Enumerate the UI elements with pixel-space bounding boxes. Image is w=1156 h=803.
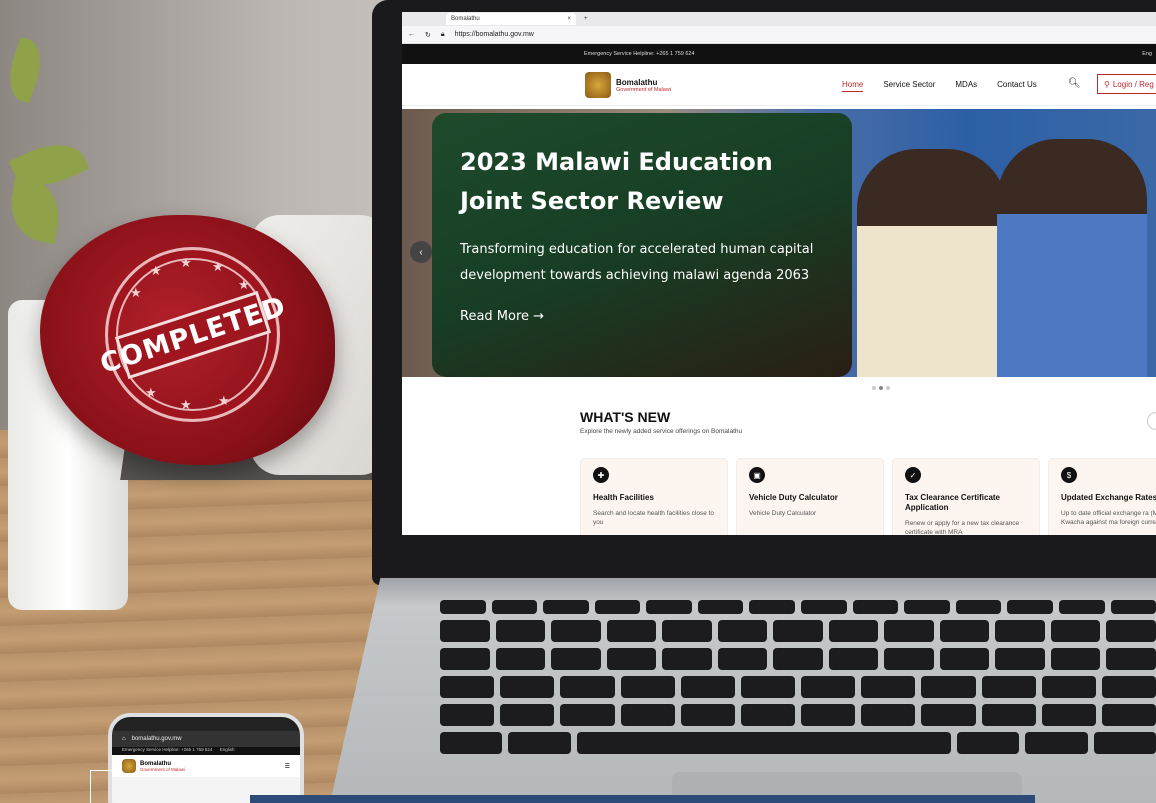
nav-service-sector[interactable]: Service Sector <box>883 80 935 92</box>
language-selector[interactable]: Eng <box>1142 51 1152 57</box>
whats-new-next-button[interactable] <box>1147 412 1156 430</box>
card-desc: Vehicle Duty Calculator <box>749 510 817 517</box>
phone-language[interactable]: English <box>220 747 235 752</box>
phone-helpline: Emergency Service Helpline: +265 1 759 6… <box>112 747 300 755</box>
laptop-screen: Bomalathu × + ← ↻ 🔒︎ https://bomalathu.g… <box>402 12 1156 535</box>
star-icon: ★ <box>212 259 224 274</box>
carousel-prev-button[interactable]: ‹ <box>410 241 432 263</box>
bottom-strip <box>250 795 1035 803</box>
star-icon: ★ <box>218 393 230 408</box>
card-title: Vehicle Duty Calculator <box>749 493 838 502</box>
back-icon[interactable]: ← <box>408 31 415 38</box>
whats-new-subtitle: Explore the newly added service offering… <box>580 428 743 435</box>
star-icon: ★ <box>238 277 250 292</box>
coat-of-arms-icon <box>122 759 136 773</box>
main-menu: Home Service Sector MDAs Contact Us <box>842 80 1037 92</box>
lock-icon: 🔒︎ <box>440 30 445 38</box>
service-card[interactable]: ✚ Health Facilities Search and locate he… <box>580 458 728 535</box>
phone-urlbar: ⌂ bomalathu.gov.mw <box>112 731 300 747</box>
site-navbar: Bomalathu Government of Malawi Home Serv… <box>402 64 1156 106</box>
helpline-bar: Emergency Service Helpline: +265 1 759 6… <box>402 44 1156 64</box>
card-desc: Renew or apply for a new tax clearance c… <box>905 520 1020 535</box>
card-title: Updated Exchange Rates <box>1061 493 1156 502</box>
browser-tabbar: Bomalathu × + <box>402 12 1156 26</box>
service-card[interactable]: ▣ Vehicle Duty Calculator Vehicle Duty C… <box>736 458 884 535</box>
coat-of-arms-icon <box>585 72 611 98</box>
carousel-dot[interactable] <box>886 386 890 390</box>
smartphone: ⌂ bomalathu.gov.mw Emergency Service Hel… <box>108 713 304 803</box>
hero-photo-child <box>997 139 1147 377</box>
decorative-line <box>90 770 120 771</box>
login-button[interactable]: ⚲ Login / Reg <box>1097 74 1156 94</box>
login-label: Login / Reg <box>1112 79 1154 89</box>
service-card[interactable]: ✓ Tax Clearance Certificate Application … <box>892 458 1040 535</box>
phone-status-bar <box>112 717 300 731</box>
brand-subtitle: Government of Malawi <box>616 86 672 93</box>
hero-body: Transforming education for accelerated h… <box>460 242 814 283</box>
menu-icon[interactable]: ☰ <box>285 763 290 770</box>
user-icon: ⚲ <box>1104 79 1110 89</box>
decorative-line <box>90 770 91 803</box>
nav-mdas[interactable]: MDAs <box>955 80 977 92</box>
carousel-dot[interactable] <box>872 386 876 390</box>
browser-tab[interactable]: Bomalathu × <box>446 13 576 25</box>
card-title: Health Facilities <box>593 493 654 502</box>
reload-icon[interactable]: ↻ <box>425 31 431 39</box>
nav-home[interactable]: Home <box>842 80 864 92</box>
carousel-dots <box>872 386 890 390</box>
hero-card: 2023 Malawi Education Joint Sector Revie… <box>432 113 852 377</box>
nav-contact-us[interactable]: Contact Us <box>997 80 1037 92</box>
brand-name: Bomalathu <box>616 77 658 87</box>
new-tab-button[interactable]: + <box>584 16 588 22</box>
phone-header: Bomalathu Government of Malawi ☰ <box>112 755 300 777</box>
close-icon[interactable]: × <box>567 16 571 22</box>
service-cards: ✚ Health Facilities Search and locate he… <box>580 458 1156 535</box>
hospital-icon: ✚ <box>593 467 609 483</box>
laptop-keyboard <box>440 600 1156 760</box>
card-title: Tax Clearance Certificate Application <box>905 493 1001 512</box>
card-desc: Search and locate health facilities clos… <box>593 510 715 526</box>
star-icon: ★ <box>180 255 192 270</box>
star-icon: ★ <box>145 385 157 400</box>
phone-address-field[interactable]: bomalathu.gov.mw <box>132 736 182 742</box>
whats-new-section: WHAT'S NEW Explore the newly added servi… <box>580 409 742 435</box>
star-icon: ★ <box>130 285 142 300</box>
browser-urlbar: ← ↻ 🔒︎ https://bomalathu.gov.mw <box>402 26 1156 44</box>
read-more-link[interactable]: Read More → <box>460 309 824 324</box>
address-field[interactable]: https://bomalathu.gov.mw <box>455 31 534 38</box>
card-desc: Up to date official exchange ra (Malawia… <box>1061 510 1156 526</box>
completed-seal: ★ ★ ★ ★ ★ ★ ★ ★ COMPLETED <box>40 215 335 465</box>
star-icon: ★ <box>180 397 192 412</box>
hero-photo-child <box>857 149 1007 377</box>
site-logo[interactable]: Bomalathu Government of Malawi <box>585 72 671 98</box>
home-icon[interactable]: ⌂ <box>122 736 126 742</box>
helpline-text: Emergency Service Helpline: +265 1 759 6… <box>584 51 695 57</box>
exchange-icon: $ <box>1061 467 1077 483</box>
whats-new-heading: WHAT'S NEW <box>580 409 671 425</box>
certificate-icon: ✓ <box>905 467 921 483</box>
carousel-dot[interactable] <box>879 386 883 390</box>
search-icon[interactable]: 🔍︎ <box>1068 78 1081 89</box>
tab-title: Bomalathu <box>451 16 480 22</box>
hero-title: 2023 Malawi Education Joint Sector Revie… <box>460 148 773 215</box>
service-card[interactable]: $ Updated Exchange Rates Up to date offi… <box>1048 458 1156 535</box>
phone-helpline-text: Emergency Service Helpline: +265 1 759 6… <box>122 747 213 752</box>
car-icon: ▣ <box>749 467 765 483</box>
star-icon: ★ <box>150 263 162 278</box>
phone-brand-subtitle: Government of Malawi <box>140 766 186 772</box>
hero-carousel: 2023 Malawi Education Joint Sector Revie… <box>402 109 1156 377</box>
